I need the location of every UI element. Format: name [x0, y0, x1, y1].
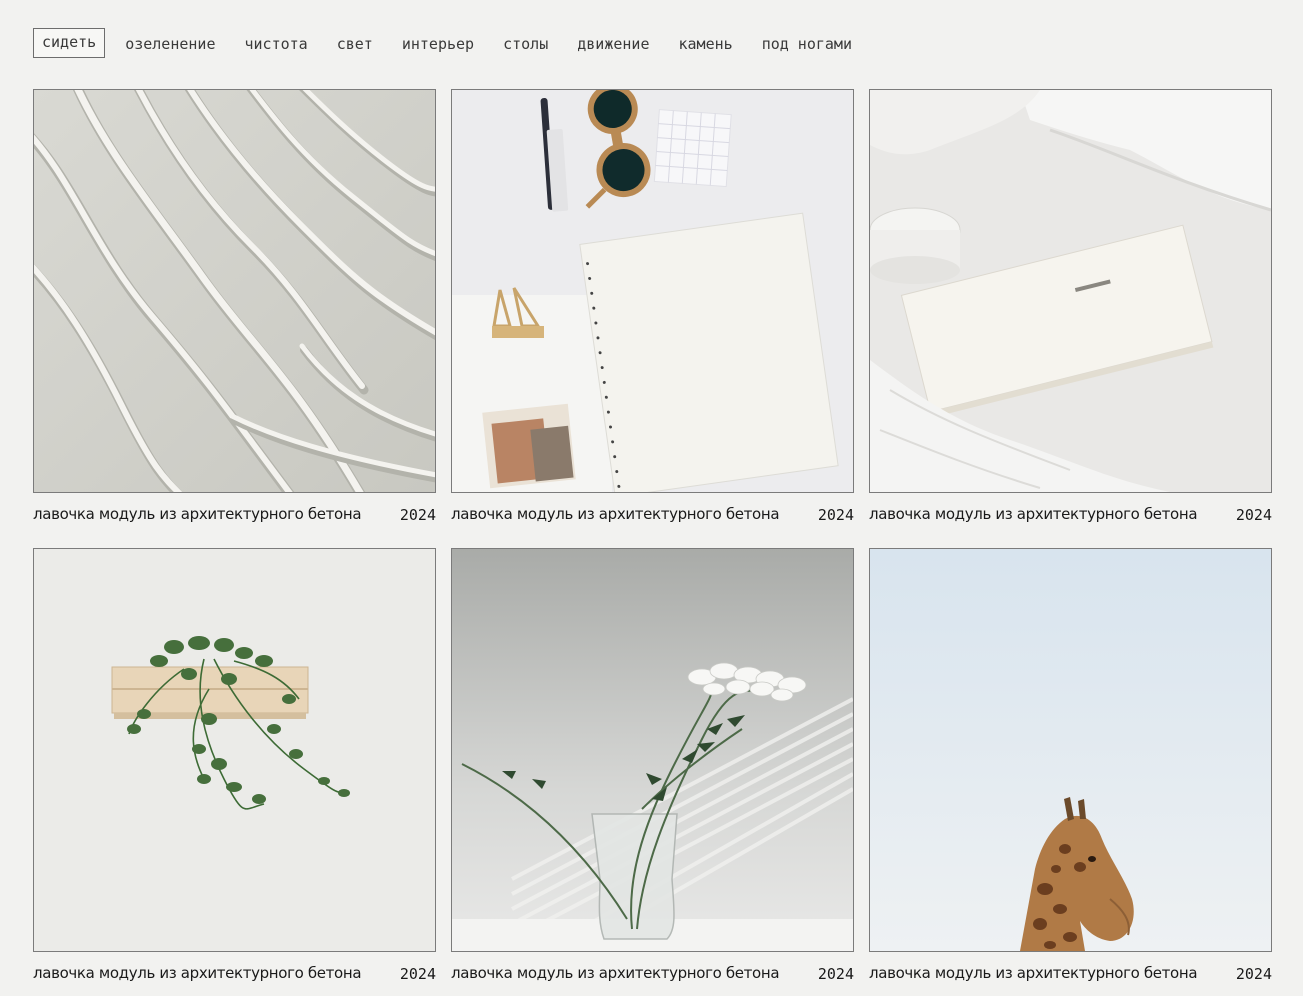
card-caption: лавочка модуль из архитектурного бетона … [451, 503, 854, 531]
gallery-card[interactable]: лавочка модуль из архитектурного бетона … [869, 548, 1272, 990]
category-nav: сидеть озеленение чистота свет интерьер … [33, 28, 872, 58]
card-year: 2024 [1235, 965, 1272, 983]
card-title[interactable]: лавочка модуль из архитектурного бетона [451, 964, 780, 982]
giraffe-sky-photo[interactable] [869, 548, 1272, 952]
card-year: 2024 [1235, 506, 1272, 524]
gallery-card[interactable]: лавочка модуль из архитектурного бетона … [451, 89, 854, 531]
card-title[interactable]: лавочка модуль из архитектурного бетона [869, 964, 1198, 982]
sand-dunes-photo[interactable] [33, 89, 436, 493]
card-caption: лавочка модуль из архитектурного бетона … [869, 962, 1272, 990]
nav-item-sidet[interactable]: сидеть [33, 28, 106, 58]
gallery-card[interactable]: лавочка модуль из архитектурного бетона … [451, 548, 854, 990]
flowers-glass-vase-photo[interactable] [451, 548, 854, 952]
desk-flatlay-photo[interactable] [451, 89, 854, 493]
gallery-card[interactable]: лавочка модуль из архитектурного бетона … [33, 548, 436, 990]
gallery-card[interactable]: лавочка модуль из архитектурного бетона … [869, 89, 1272, 531]
card-caption: лавочка модуль из архитектурного бетона … [33, 503, 436, 531]
card-caption: лавочка модуль из архитектурного бетона … [451, 962, 854, 990]
card-caption: лавочка модуль из архитектурного бетона … [869, 503, 1272, 531]
nav-item-interer[interactable]: интерьер [393, 29, 483, 57]
gallery-card[interactable]: лавочка модуль из архитектурного бетона … [33, 89, 436, 531]
nav-item-svet[interactable]: свет [328, 29, 382, 57]
card-year: 2024 [817, 965, 854, 983]
nav-item-stoly[interactable]: столы [494, 29, 557, 57]
notebook-on-bed-photo[interactable] [869, 89, 1272, 493]
nav-item-dvizhenie[interactable]: движение [568, 29, 658, 57]
nav-item-chistota[interactable]: чистота [236, 29, 317, 57]
ivy-wooden-shelf-photo[interactable] [33, 548, 436, 952]
card-caption: лавочка модуль из архитектурного бетона … [33, 962, 436, 990]
card-title[interactable]: лавочка модуль из архитектурного бетона [33, 505, 362, 523]
card-title[interactable]: лавочка модуль из архитектурного бетона [451, 505, 780, 523]
nav-item-kamen[interactable]: камень [670, 29, 742, 57]
card-title[interactable]: лавочка модуль из архитектурного бетона [869, 505, 1198, 523]
nav-item-pod-nogami[interactable]: под ногами [753, 29, 861, 57]
card-year: 2024 [399, 506, 436, 524]
nav-item-ozelenenie[interactable]: озеленение [116, 29, 224, 57]
card-title[interactable]: лавочка модуль из архитектурного бетона [33, 964, 362, 982]
card-year: 2024 [817, 506, 854, 524]
card-year: 2024 [399, 965, 436, 983]
